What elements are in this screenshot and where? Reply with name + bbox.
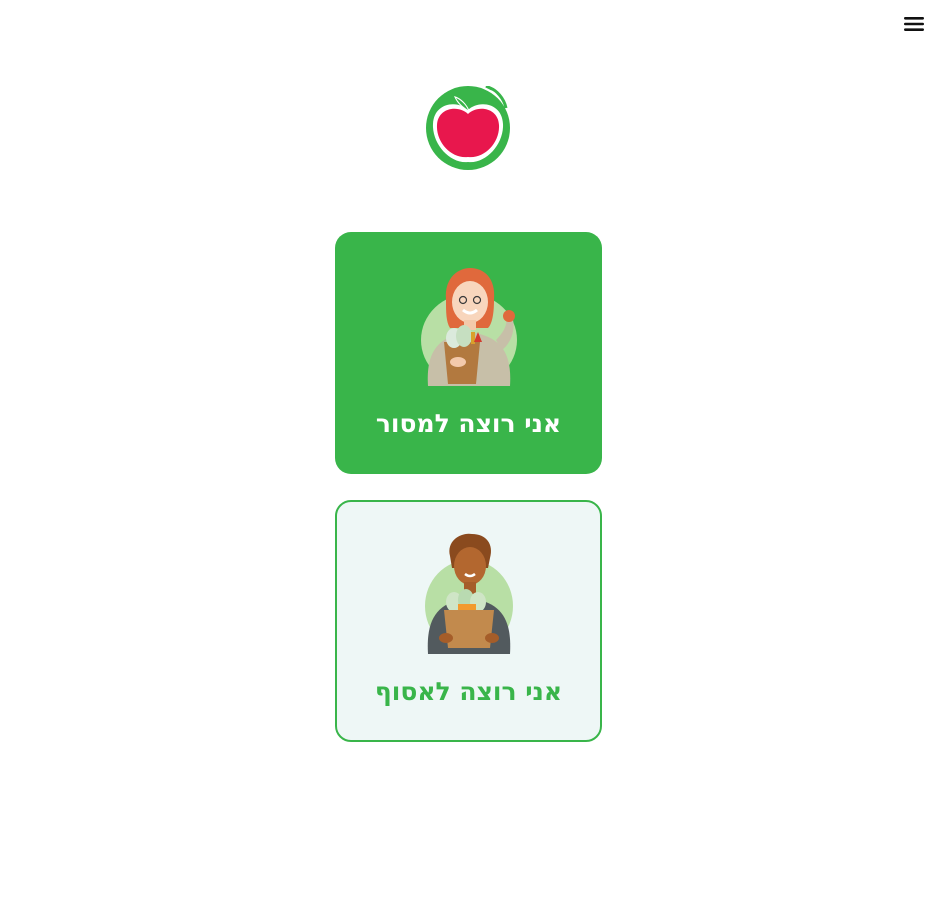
app-logo[interactable]	[424, 84, 514, 170]
hamburger-menu-icon	[904, 17, 924, 31]
apple-logo-icon	[426, 84, 510, 170]
man-holding-groceries-illustration	[424, 533, 513, 654]
menu-button[interactable]	[903, 13, 925, 35]
collect-option-label: אני רוצה לאסוף	[374, 677, 563, 706]
donate-option-card[interactable]: אני רוצה למסור	[335, 232, 602, 474]
donate-option-label: אני רוצה למסור	[375, 409, 562, 438]
woman-holding-groceries-illustration	[420, 268, 517, 386]
collect-option-card[interactable]: אני רוצה לאסוף	[335, 500, 602, 742]
